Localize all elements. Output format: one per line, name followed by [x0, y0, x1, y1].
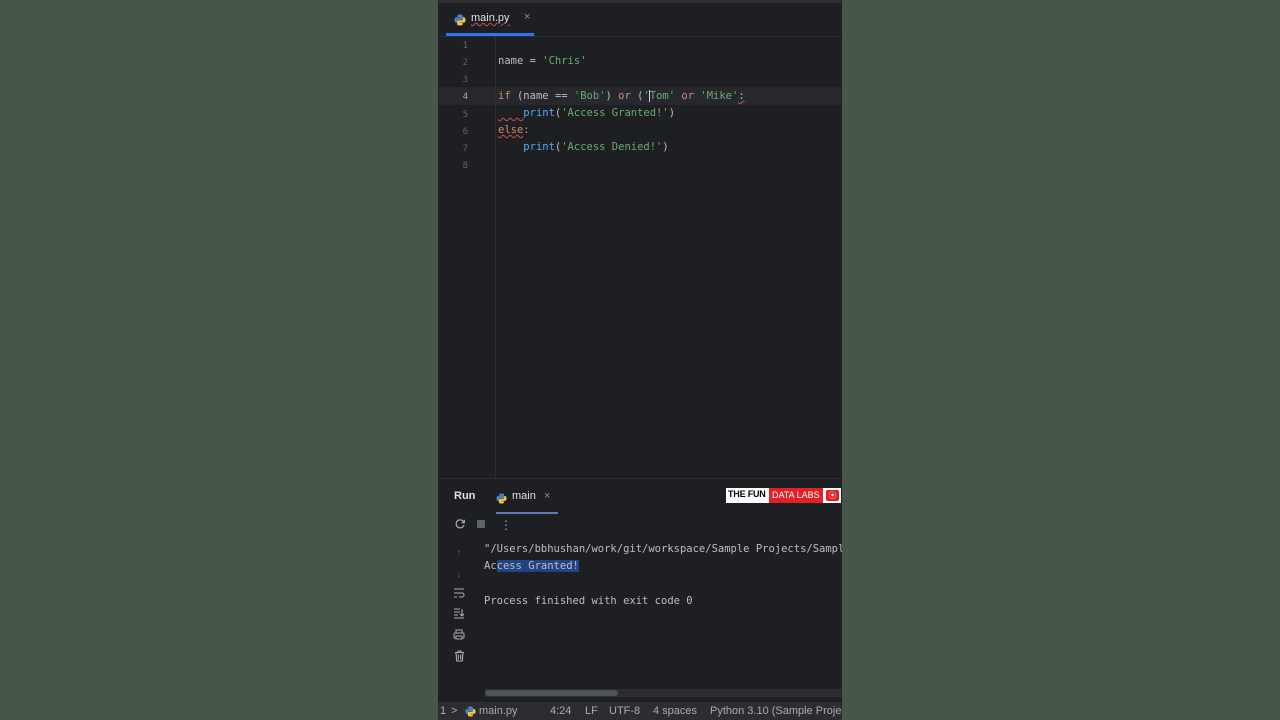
line-number: 3 — [462, 75, 468, 85]
code-line-5: print('Access Granted!') — [498, 107, 675, 119]
string-literal: 'Access Denied!' — [561, 141, 663, 153]
line-number: 6 — [462, 127, 468, 137]
line-number-gutter: 1 2 3 4 5 6 7 8 — [438, 37, 496, 478]
run-tab-label: main — [512, 490, 536, 502]
string-literal: 'Bob' — [573, 90, 606, 102]
scroll-down-icon[interactable]: ↓ — [452, 567, 466, 581]
python-run-icon — [496, 491, 507, 509]
code-line-6: else: — [498, 124, 530, 136]
console-output[interactable]: "/Users/bbhushan/work/git/workspace/Samp… — [484, 540, 842, 688]
scrollbar-thumb[interactable] — [485, 690, 618, 696]
string-literal: Tom' — [649, 90, 676, 102]
line-number: 2 — [462, 58, 468, 68]
print-icon[interactable] — [452, 629, 466, 643]
more-options-icon[interactable]: ⋮ — [499, 518, 513, 532]
console-side-toolbar: ↑ ↓ — [438, 540, 482, 690]
live-broadcast-icon: ⦿ — [826, 490, 839, 501]
file-encoding[interactable]: UTF-8 — [609, 705, 640, 717]
keyword-if: if — [498, 90, 511, 102]
run-panel-title: Run — [454, 490, 476, 502]
keyword-or: or — [618, 90, 631, 102]
function-print: print — [523, 107, 555, 119]
code-editor[interactable]: 1 2 3 4 5 6 7 8 name = 'Chris' if (name … — [438, 37, 842, 478]
string-literal: 'Chris' — [542, 55, 587, 67]
line-separator[interactable]: LF — [585, 705, 598, 717]
pycharm-window: main.py × 1 2 3 4 5 6 7 8 name = 'Chris'… — [438, 0, 842, 720]
soft-wrap-icon[interactable] — [452, 588, 466, 602]
console-output-line: Access Granted! — [484, 560, 579, 572]
line-number: 7 — [462, 144, 468, 154]
selected-text: cess Granted! — [496, 560, 579, 572]
line-number: 8 — [462, 161, 468, 171]
stop-icon[interactable] — [474, 518, 488, 532]
syntax-error-colon: : — [738, 90, 745, 102]
indent-error-marker — [498, 107, 523, 119]
run-toolbar: ⋮ — [438, 513, 842, 539]
rerun-icon[interactable] — [453, 518, 467, 532]
console-exit-message: Process finished with exit code 0 — [484, 595, 693, 607]
console-command-path: "/Users/bbhushan/work/git/workspace/Samp… — [484, 543, 842, 555]
code-line-4: if (name == 'Bob') or ('Tom' or 'Mike': — [498, 90, 745, 102]
breadcrumb-chevron-icon: > — [451, 705, 458, 717]
indent-setting[interactable]: 4 spaces — [653, 705, 697, 717]
run-tool-window-header: Run main × THE FUN DATA LABS ⦿ — [438, 478, 842, 514]
caret-position[interactable]: 4:24 — [550, 705, 571, 717]
breadcrumb-file[interactable]: main.py — [479, 705, 518, 717]
python-interpreter[interactable]: Python 3.10 (Sample Projec — [710, 705, 842, 717]
run-tab-close-icon[interactable]: × — [544, 490, 550, 502]
string-literal: 'Mike' — [700, 90, 739, 102]
active-tab-indicator — [446, 33, 534, 36]
line-number-current: 4 — [462, 92, 468, 102]
logo-text-data-labs: DATA LABS — [769, 488, 823, 503]
editor-tab-bar: main.py × — [438, 3, 842, 37]
run-tab-main[interactable]: main × — [488, 479, 558, 514]
channel-logo-watermark: THE FUN DATA LABS ⦿ — [726, 488, 841, 503]
tab-close-icon[interactable]: × — [524, 11, 530, 23]
code-line-2: name = 'Chris' — [498, 55, 587, 67]
scroll-to-end-icon[interactable] — [452, 608, 466, 622]
line-number: 1 — [462, 41, 468, 51]
code-line-7: print('Access Denied!') — [523, 141, 669, 153]
string-literal: 'Access Granted!' — [561, 107, 669, 119]
clear-trash-icon[interactable] — [452, 650, 466, 664]
python-file-icon — [465, 706, 476, 720]
tab-filename: main.py — [471, 12, 510, 24]
tab-main-py[interactable]: main.py × — [446, 3, 534, 36]
function-print: print — [523, 141, 555, 153]
keyword-or: or — [681, 90, 695, 102]
identifier: name — [498, 55, 524, 67]
keyword-else: else — [498, 124, 524, 136]
horizontal-scrollbar[interactable] — [485, 689, 842, 697]
line-number: 5 — [462, 110, 468, 120]
status-bar: 1 > main.py 4:24 LF UTF-8 4 spaces Pytho… — [438, 702, 842, 720]
scroll-up-icon[interactable]: ↑ — [452, 546, 466, 560]
breadcrumb-number: 1 — [440, 705, 447, 717]
python-file-icon — [454, 13, 466, 31]
logo-text-the-fun: THE FUN — [728, 489, 766, 499]
